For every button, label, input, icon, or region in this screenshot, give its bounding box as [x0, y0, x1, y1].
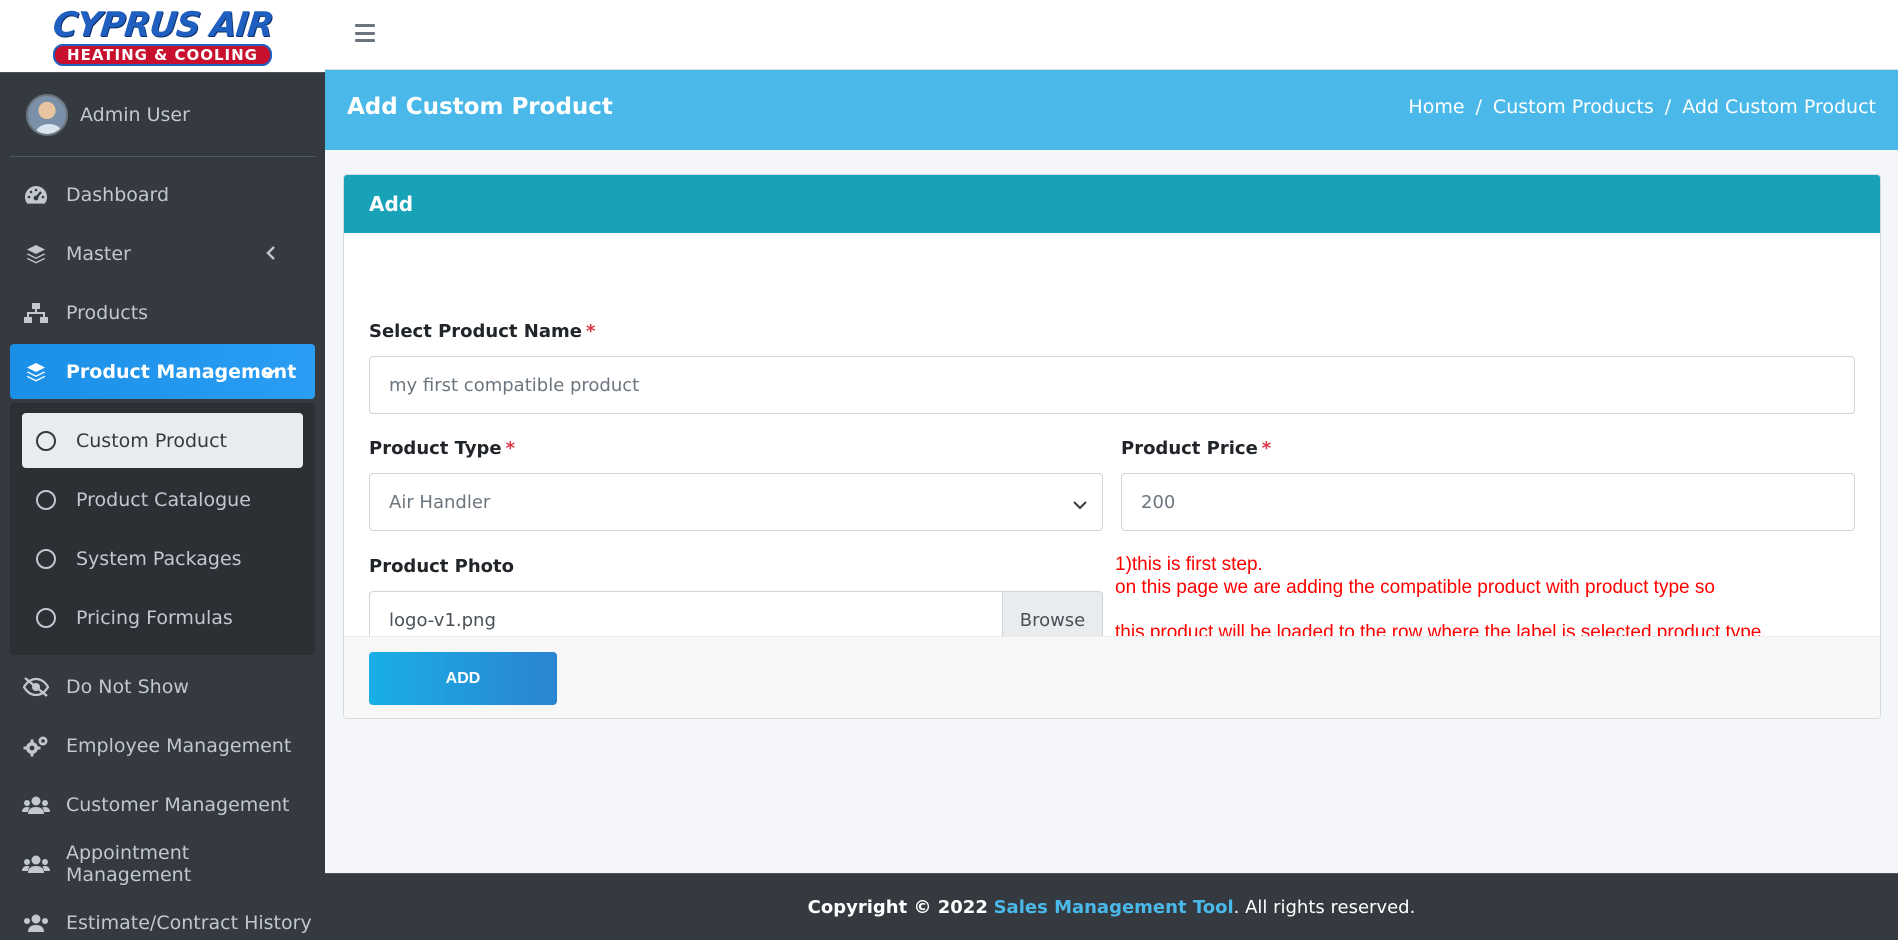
circle-icon	[36, 548, 56, 569]
sidebar-subitem-pricing-formulas[interactable]: Pricing Formulas	[22, 590, 303, 645]
page-title: Add Custom Product	[347, 94, 613, 120]
layers-icon	[22, 240, 50, 268]
sidebar: CYPRUS AIR HEATING & COOLING Admin User …	[0, 0, 325, 940]
product-management-submenu: Custom Product Product Catalogue System …	[10, 403, 315, 655]
logo-top-text: CYPRUS AIR	[50, 4, 275, 45]
breadcrumb-custom-products[interactable]: Custom Products	[1493, 96, 1654, 118]
sidebar-item-do-not-show[interactable]: Do Not Show	[10, 659, 315, 714]
layers-icon	[22, 358, 50, 386]
sidebar-item-employee-management[interactable]: Employee Management	[10, 718, 315, 773]
required-mark: *	[585, 321, 596, 342]
add-product-card: Add Select Product Name * my first compat…	[343, 174, 1881, 719]
avatar	[26, 93, 68, 136]
sidebar-subitem-product-catalogue[interactable]: Product Catalogue	[22, 472, 303, 527]
product-type-select[interactable]: Air Handler	[369, 473, 1103, 531]
card-body: Select Product Name * my first compatible…	[344, 233, 1880, 649]
sidebar-subitem-label: Product Catalogue	[76, 488, 251, 511]
sidebar-item-label: Estimate/Contract History	[66, 911, 312, 934]
sidebar-item-appointment-management[interactable]: Appointment Management	[10, 836, 315, 891]
sidebar-item-label: Master	[66, 242, 131, 265]
product-type-label: Product Type *	[369, 438, 515, 459]
sidebar-subitem-system-packages[interactable]: System Packages	[22, 531, 303, 586]
footer-brand-link[interactable]: Sales Management Tool	[994, 897, 1234, 918]
product-name-label-text: Select Product Name	[369, 321, 582, 342]
breadcrumb: Home / Custom Products / Add Custom Prod…	[1408, 96, 1876, 118]
product-photo-label: Product Photo	[369, 556, 515, 577]
note-line-2: on this page we are adding the compatibl…	[1115, 577, 1715, 598]
sidebar-subitem-label: Pricing Formulas	[76, 606, 233, 629]
sidebar-nav: Dashboard Master Products Product Manage…	[0, 157, 325, 940]
sidebar-item-estimate-contract-history[interactable]: Estimate/Contract History	[10, 895, 315, 940]
product-type-label-text: Product Type	[369, 438, 502, 459]
product-price-input[interactable]: 200	[1121, 473, 1855, 531]
eye-slash-icon	[22, 673, 50, 701]
page-footer: Copyright © 2022 Sales Management Tool. …	[325, 873, 1898, 940]
users-icon	[22, 791, 50, 819]
tachometer-icon	[22, 181, 50, 209]
product-name-label: Select Product Name *	[369, 321, 595, 342]
sidebar-item-customer-management[interactable]: Customer Management	[10, 777, 315, 832]
sidebar-item-products[interactable]: Products	[10, 285, 315, 340]
chevron-down-icon	[1072, 495, 1088, 516]
sidebar-item-label: Dashboard	[66, 183, 170, 206]
sidebar-item-label: Customer Management	[66, 793, 290, 816]
sidebar-item-label: Appointment Management	[66, 841, 192, 886]
sidebar-subitem-label: Custom Product	[76, 429, 227, 452]
sidebar-subitem-custom-product[interactable]: Custom Product	[22, 413, 303, 468]
users-icon	[22, 909, 50, 937]
sidebar-item-product-management[interactable]: Product Management	[10, 344, 315, 399]
chevron-down-icon	[261, 362, 277, 384]
product-name-input[interactable]: my first compatible product	[369, 356, 1855, 414]
sidebar-subitem-label: System Packages	[76, 547, 242, 570]
content-header: Add Custom Product Home / Custom Product…	[325, 70, 1898, 150]
user-name: Admin User	[80, 103, 190, 126]
required-mark: *	[505, 438, 516, 459]
sidebar-item-dashboard[interactable]: Dashboard	[10, 167, 315, 222]
instruction-note: 1)this is first step. on this page we ar…	[1115, 553, 1767, 644]
chevron-left-icon	[265, 244, 277, 266]
copyright-text: Copyright © 2022	[807, 896, 988, 918]
sidebar-item-master[interactable]: Master	[10, 226, 315, 281]
add-button[interactable]: ADD	[369, 652, 557, 705]
product-price-label: Product Price *	[1121, 438, 1271, 459]
menu-toggle-icon[interactable]	[355, 24, 375, 42]
breadcrumb-home[interactable]: Home	[1408, 96, 1464, 118]
sidebar-item-label: Products	[66, 301, 149, 324]
product-price-value: 200	[1141, 492, 1176, 513]
circle-icon	[36, 489, 56, 510]
product-photo-filename: logo-v1.png	[389, 610, 496, 631]
logo-bottom-text: HEATING & COOLING	[53, 43, 272, 66]
company-logo: CYPRUS AIR HEATING & COOLING	[48, 4, 278, 66]
gears-icon	[22, 732, 50, 760]
users-icon	[22, 850, 50, 878]
circle-icon	[36, 430, 56, 451]
user-panel[interactable]: Admin User	[10, 73, 315, 157]
note-line-1: 1)this is first step.	[1115, 554, 1263, 575]
product-price-label-text: Product Price	[1121, 438, 1258, 459]
sidebar-item-label: Employee Management	[66, 734, 292, 757]
breadcrumb-separator: /	[1475, 96, 1482, 118]
circle-icon	[36, 607, 56, 628]
top-navbar	[325, 0, 1898, 70]
breadcrumb-current: Add Custom Product	[1682, 96, 1876, 118]
sidebar-item-label: Do Not Show	[66, 675, 189, 698]
footer-suffix: . All rights reserved.	[1233, 896, 1416, 918]
sitemap-icon	[22, 299, 50, 327]
product-name-value: my first compatible product	[389, 375, 640, 396]
card-title: Add	[344, 175, 1880, 233]
brand-logo-link[interactable]: CYPRUS AIR HEATING & COOLING	[0, 0, 325, 73]
card-footer: ADD	[344, 636, 1880, 718]
breadcrumb-separator: /	[1664, 96, 1672, 118]
required-mark: *	[1261, 438, 1272, 459]
product-type-value: Air Handler	[389, 492, 491, 513]
